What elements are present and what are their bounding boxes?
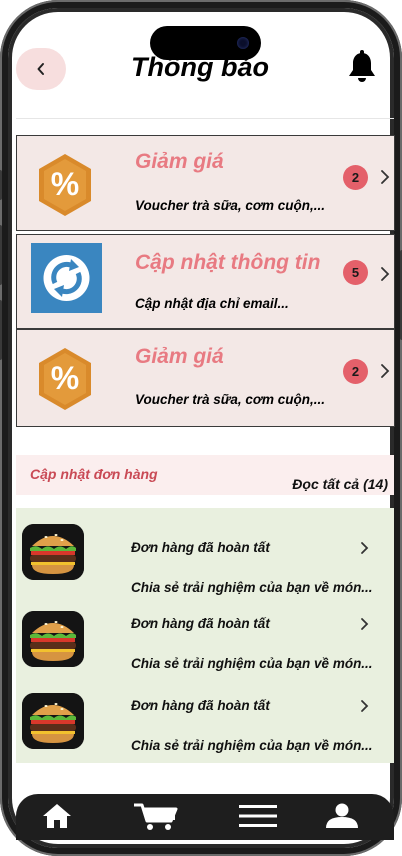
notification-description: Voucher trà sữa, cơm cuộn,... [135,392,326,407]
bell-icon [349,50,375,82]
read-all-link[interactable]: Đọc tất cả (14) [292,476,388,492]
unread-badge: 2 [343,359,368,384]
orders-section-header: Cập nhật đơn hàng Đọc tất cả (14) [16,455,394,495]
home-icon [43,804,71,828]
chevron-right-icon [381,267,390,281]
percent-icon: % [39,154,91,216]
order-description: Chia sẻ trải nghiệm của bạn về món... [131,656,373,671]
notification-bell-button[interactable] [346,50,378,84]
header-divider [16,118,394,119]
silent-switch [0,170,2,200]
chevron-right-icon [381,170,390,184]
user-icon [326,803,358,828]
svg-text:%: % [51,360,79,396]
notification-title: Cập nhật thông tin [135,251,321,274]
notification-title: Giảm giá [135,345,224,368]
camera-icon [237,37,249,49]
notification-description: Cập nhật địa chỉ email... [135,296,289,311]
bottom-tab-bar [16,794,394,840]
section-title: Cập nhật đơn hàng [30,466,158,482]
order-description: Chia sẻ trải nghiệm của bạn về món... [131,738,373,753]
chevron-right-icon [361,618,369,630]
menu-icon [239,805,277,827]
tab-profile[interactable] [322,800,362,832]
order-description: Chia sẻ trải nghiệm của bạn về món... [131,580,373,595]
svg-text:%: % [51,166,79,202]
unread-badge: 5 [343,260,368,285]
chevron-right-icon [361,542,369,554]
burger-image [22,693,84,749]
volume-up-button [0,225,2,285]
notification-title: Giảm giá [135,150,224,173]
order-item[interactable]: Đơn hàng đã hoàn tất Chia sẻ trải nghiệm… [16,603,394,683]
order-item[interactable]: Đơn hàng đã hoàn tất Chia sẻ trải nghiệm… [16,685,394,765]
order-title: Đơn hàng đã hoàn tất [131,540,270,555]
percent-icon: % [39,348,91,410]
page-title: Thông báo [131,52,269,82]
order-title: Đơn hàng đã hoàn tất [131,698,270,713]
cart-icon [134,803,178,830]
tab-menu[interactable] [238,800,278,832]
notification-card[interactable]: % Giảm giá Voucher trà sữa, cơm cuộn,...… [16,135,395,231]
chevron-right-icon [381,364,390,378]
orders-list: Đơn hàng đã hoàn tất Chia sẻ trải nghiệm… [16,508,394,763]
chevron-right-icon [361,700,369,712]
tab-home[interactable] [40,800,74,832]
order-title: Đơn hàng đã hoàn tất [131,616,270,631]
burger-image [22,611,84,667]
burger-image [22,524,84,580]
back-button[interactable] [16,48,66,90]
tab-cart[interactable] [132,800,180,832]
chevron-left-icon [37,63,44,75]
notification-description: Voucher trà sữa, cơm cuộn,... [135,198,326,213]
unread-badge: 2 [343,165,368,190]
notification-card[interactable]: % Giảm giá Voucher trà sữa, cơm cuộn,...… [16,329,395,427]
volume-down-button [0,300,2,360]
order-item[interactable]: Đơn hàng đã hoàn tất Chia sẻ trải nghiệm… [16,518,394,598]
notification-card[interactable]: Cập nhật thông tin Cập nhật địa chỉ emai… [16,234,395,329]
sync-icon [31,243,102,313]
